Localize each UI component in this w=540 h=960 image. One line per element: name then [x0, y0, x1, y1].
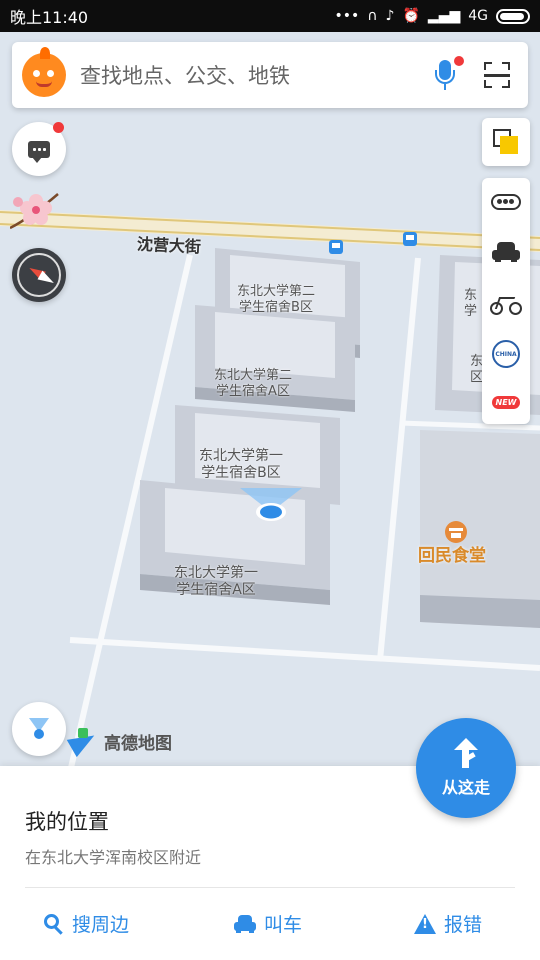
locate-icon: [28, 718, 50, 740]
building-label: 东北大学第一 学生宿舍A区: [174, 565, 258, 598]
map-canvas: [0, 210, 540, 772]
taxi-button[interactable]: [482, 230, 530, 274]
action-label: 报错: [444, 914, 483, 936]
headphone-icon: ∩: [367, 8, 378, 24]
battery-icon: [496, 8, 530, 24]
new-badge: NEW: [491, 395, 521, 409]
warning-icon: [414, 913, 436, 934]
restaurant-icon[interactable]: [445, 521, 467, 543]
compass-icon: [17, 253, 61, 297]
new-feature-button[interactable]: NEW: [482, 380, 530, 424]
search-nearby-button[interactable]: 搜周边: [44, 910, 129, 937]
search-input[interactable]: 查找地点、公交、地铁: [80, 60, 434, 90]
traffic-button[interactable]: [482, 180, 530, 224]
notification-dot: [53, 122, 64, 133]
bike-button[interactable]: [482, 282, 530, 326]
call-taxi-button[interactable]: 叫车: [234, 910, 302, 937]
poi-label[interactable]: 回民食堂: [418, 541, 486, 566]
blossom-icon[interactable]: [10, 188, 62, 236]
go-from-here-button[interactable]: 从这走: [416, 718, 516, 818]
building-canteen: [420, 430, 540, 628]
network-type: 4G: [468, 8, 488, 24]
partial-label: 学: [464, 304, 478, 319]
logo-text: 高德地图: [104, 733, 172, 754]
search-bar[interactable]: 查找地点、公交、地铁: [12, 42, 528, 108]
metro-button[interactable]: CHINA: [482, 332, 530, 376]
alarm-icon: ⏰: [402, 8, 420, 24]
street-label: 沈营大街: [136, 234, 202, 257]
scan-icon[interactable]: [484, 62, 510, 88]
bus-stop-icon[interactable]: [329, 240, 343, 254]
bus-stop-icon[interactable]: [403, 232, 417, 246]
map-view[interactable]: 沈营大街 东北大学第二 学生宿舍B区 东北大学第二 学生宿舍A区 东北大学第一 …: [0, 32, 540, 772]
route-arrow-icon: [454, 738, 478, 768]
traffic-icon: [491, 194, 521, 210]
layers-icon: [493, 129, 519, 155]
building-label: 东北大学第一 学生宿舍B区: [199, 448, 283, 481]
compass-button[interactable]: [12, 248, 66, 302]
car-icon: [234, 914, 256, 933]
go-label: 从这走: [441, 778, 490, 797]
bike-icon: [490, 293, 522, 315]
search-icon: [44, 913, 64, 935]
side-toolbar: CHINA NEW: [482, 178, 530, 424]
layers-button[interactable]: [482, 118, 530, 166]
report-error-button[interactable]: 报错: [414, 910, 482, 937]
status-time: 晚上11:40: [10, 8, 89, 27]
mic-icon[interactable]: [434, 56, 464, 90]
locate-button[interactable]: [12, 702, 66, 756]
location-subtitle: 在东北大学浑南校区附近: [25, 848, 202, 867]
location-dot: [260, 505, 282, 519]
avatar-icon[interactable]: [22, 47, 66, 97]
notification-dot: [454, 56, 464, 66]
logo-icon: [66, 726, 100, 758]
status-bar: 晚上11:40 ••• ∩ ♪ ⏰ ▂▄▆ 4G: [0, 0, 540, 32]
status-icons: ••• ∩ ♪ ⏰ ▂▄▆ 4G: [335, 8, 530, 24]
message-icon: [28, 140, 50, 163]
action-label: 叫车: [264, 914, 303, 936]
building-label: 东北大学第二 学生宿舍B区: [237, 284, 316, 315]
more-dots-icon: •••: [334, 8, 360, 24]
taxi-icon: [492, 242, 520, 262]
building-label: 东北大学第二 学生宿舍A区: [214, 368, 293, 399]
amap-logo: 高德地图: [66, 726, 172, 758]
signal-icon: ▂▄▆: [427, 8, 461, 24]
metro-icon: CHINA: [492, 340, 520, 368]
action-label: 搜周边: [72, 914, 130, 936]
divider: [25, 887, 515, 888]
location-title: 我的位置: [25, 810, 109, 834]
mute-icon: ♪: [385, 8, 395, 24]
